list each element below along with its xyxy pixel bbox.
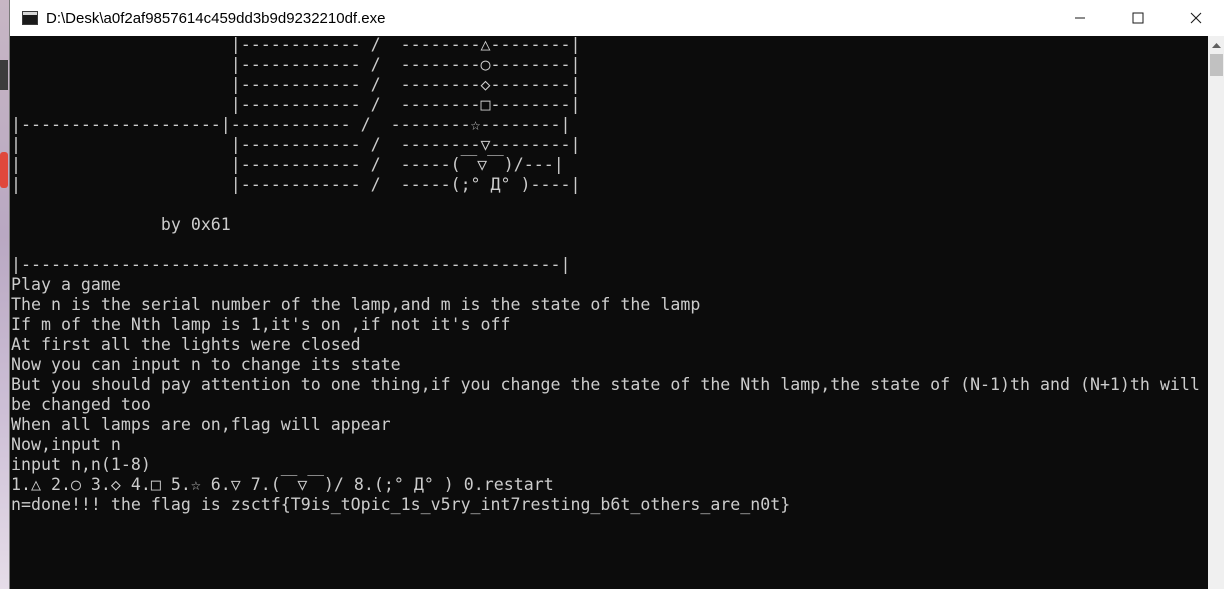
console-line: At first all the lights were closed xyxy=(11,335,361,354)
console-line: |--------------------|------------ / ---… xyxy=(11,115,571,134)
console-line: |---------------------------------------… xyxy=(11,255,571,274)
window-title: D:\Desk\a0f2af9857614c459dd3b9d9232210df… xyxy=(46,9,386,27)
vertical-scrollbar[interactable] xyxy=(1208,36,1224,589)
console-line: | |------------ / -----(;° Д° )----| xyxy=(11,175,581,194)
scrollbar-thumb[interactable] xyxy=(1210,54,1223,76)
console-line: n=done!!! the flag is zsctf{T9is_tOpic_1… xyxy=(11,495,791,514)
console-line: input n,n(1-8) xyxy=(11,455,151,474)
scroll-up-arrow-icon xyxy=(1212,42,1221,48)
minimize-icon xyxy=(1075,17,1085,19)
console-app-icon xyxy=(22,11,38,25)
close-icon xyxy=(1190,12,1202,24)
console-line: |------------ / --------△--------| xyxy=(11,36,581,54)
console-line: 1.△ 2.○ 3.◇ 4.□ 5.☆ 6.▽ 7.(￣▽￣)/ 8.(;° Д… xyxy=(11,475,554,494)
console-line: |------------ / --------◇--------| xyxy=(11,75,581,94)
title-bar[interactable]: D:\Desk\a0f2af9857614c459dd3b9d9232210df… xyxy=(10,0,1224,36)
minimize-button[interactable] xyxy=(1051,0,1109,36)
console-line: |------------ / --------□--------| xyxy=(11,95,581,114)
console-line: | |------------ / -----(￣▽￣)/---| xyxy=(11,155,564,174)
window-controls xyxy=(1051,0,1224,36)
console-line: But you should pay attention to one thin… xyxy=(11,375,1200,394)
console-window: D:\Desk\a0f2af9857614c459dd3b9d9232210df… xyxy=(9,0,1224,589)
scroll-up-button[interactable] xyxy=(1208,36,1224,53)
desktop-icon xyxy=(0,60,8,90)
maximize-button[interactable] xyxy=(1109,0,1167,36)
console-line: by 0x61 xyxy=(11,215,231,234)
console-line: be changed too xyxy=(11,395,151,414)
console-text: |------------ / --------△--------| |----… xyxy=(11,36,1200,515)
console-line: | |------------ / --------▽--------| xyxy=(11,135,581,154)
close-button[interactable] xyxy=(1167,0,1224,36)
console-line: Play a game xyxy=(11,275,121,294)
desktop-icon xyxy=(0,152,8,188)
console-line: Now you can input n to change its state xyxy=(11,355,401,374)
maximize-icon xyxy=(1132,12,1144,24)
console-line: The n is the serial number of the lamp,a… xyxy=(11,295,701,314)
console-output[interactable]: |------------ / --------△--------| |----… xyxy=(10,36,1208,589)
console-line: When all lamps are on,flag will appear xyxy=(11,415,391,434)
console-line: If m of the Nth lamp is 1,it's on ,if no… xyxy=(11,315,511,334)
console-line: Now,input n xyxy=(11,435,121,454)
console-line: |------------ / --------○--------| xyxy=(11,55,581,74)
